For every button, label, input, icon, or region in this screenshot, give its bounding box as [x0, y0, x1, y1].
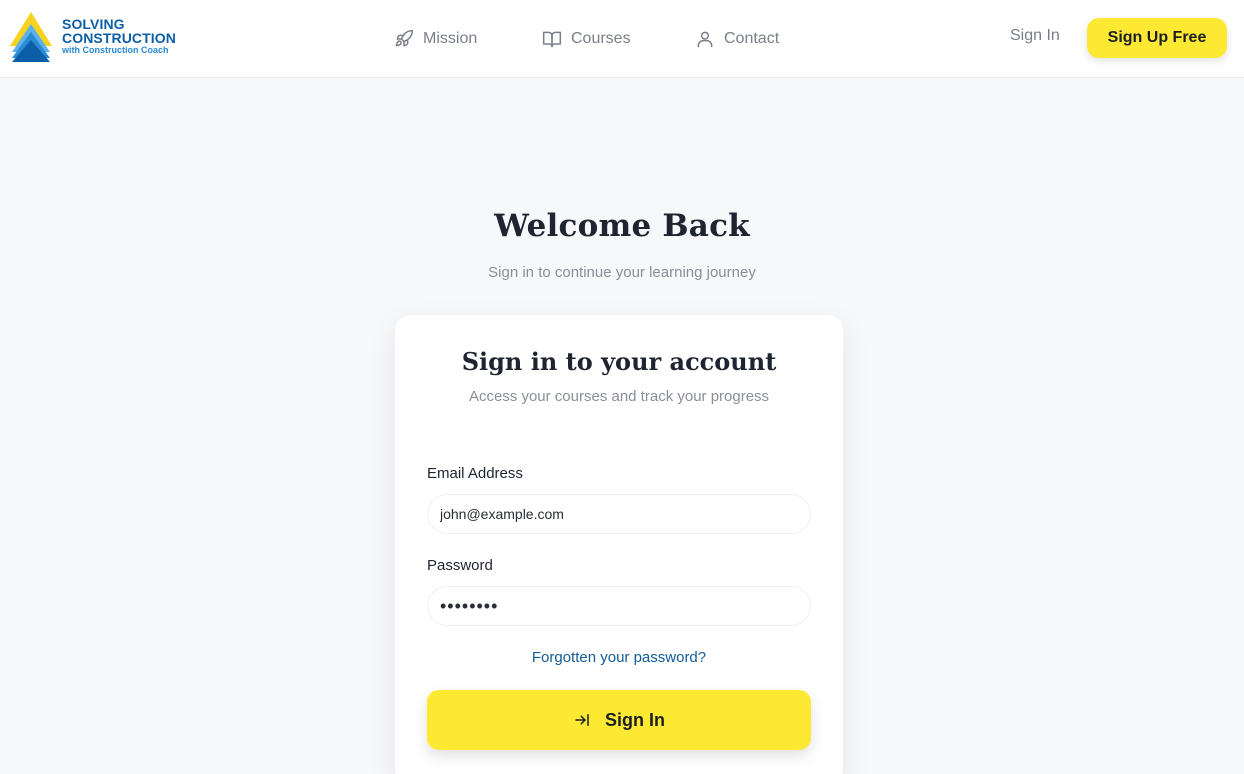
brand-title-line2: CONSTRUCTION — [62, 30, 176, 46]
signin-card: Sign in to your account Access your cour… — [395, 315, 843, 774]
brand-logo[interactable]: SOLVING CONSTRUCTION with Construction C… — [10, 12, 200, 64]
rocket-icon — [395, 29, 414, 47]
nav-item-label: Mission — [423, 30, 478, 47]
email-label: Email Address — [427, 465, 523, 482]
page-subtitle: Sign in to continue your learning journe… — [488, 264, 756, 281]
page-title: Welcome Back — [494, 208, 750, 244]
signin-submit-label: Sign In — [605, 709, 665, 730]
open-book-icon — [542, 31, 562, 48]
brand-subtitle: with Construction Coach — [62, 45, 169, 55]
card-title: Sign in to your account — [461, 347, 777, 376]
password-field[interactable] — [427, 586, 811, 626]
login-arrow-icon — [575, 714, 589, 726]
nav-item-contact[interactable]: Contact — [695, 26, 779, 52]
brand-title-line1: SOLVING — [62, 16, 125, 32]
forgot-password-link[interactable]: Forgotten your password? — [395, 649, 843, 666]
nav-item-label: Contact — [724, 30, 780, 47]
card-subtitle: Access your courses and track your progr… — [468, 388, 770, 405]
triangle-logo-icon — [10, 12, 52, 62]
signin-submit-button[interactable]: Sign In — [427, 690, 811, 750]
password-label: Password — [427, 557, 493, 574]
email-field[interactable] — [427, 494, 811, 534]
user-icon — [697, 31, 713, 48]
header-signin-link[interactable]: Sign In — [1010, 27, 1060, 45]
nav-item-courses[interactable]: Courses — [542, 26, 631, 52]
site-header: SOLVING CONSTRUCTION with Construction C… — [0, 0, 1244, 78]
signup-free-button[interactable]: Sign Up Free — [1087, 18, 1227, 58]
nav-item-label: Courses — [571, 30, 631, 47]
nav-item-mission[interactable]: Mission — [394, 26, 477, 52]
